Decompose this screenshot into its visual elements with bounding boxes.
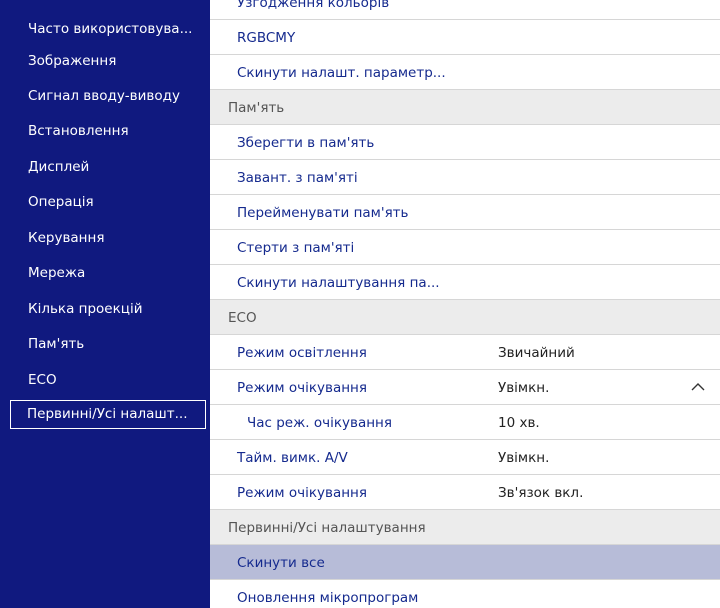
sidebar-item-display[interactable]: Дисплей [10,154,206,183]
menu-row-label: Тайм. вимк. A/V [237,450,348,466]
section-header-memory: Пам'ять [210,90,720,125]
menu-row-value: Увімкн. [498,450,550,466]
sidebar-item-operation[interactable]: Операція [10,189,206,218]
menu-row-reset-memory-settings[interactable]: Скинути налаштування па... [210,265,720,300]
section-header-initial-all-settings: Первинні/Усі налаштування [210,510,720,545]
menu-row-label: Час реж. очікування [247,415,392,431]
section-header-eco: ECO [210,300,720,335]
menu-row-light-mode[interactable]: Режим освітлення Звичайний [210,335,720,370]
section-header-label: Первинні/Усі налаштування [228,520,426,536]
sidebar-item-network[interactable]: Мережа [10,260,206,289]
menu-row-label: Стерти з пам'яті [237,240,355,256]
menu-row-firmware-update[interactable]: Оновлення мікропрограм [210,580,720,608]
sidebar-item-frequently-used[interactable]: Часто використовува... [10,16,206,45]
menu-row-label: Скинути налашт. параметр... [237,65,446,81]
menu-row-value: 10 хв. [498,415,540,431]
section-header-label: ECO [228,310,257,326]
menu-row-label: Скинути налаштування па... [237,275,440,291]
menu-row-label: Режим очікування [237,380,367,396]
menu-row-reset-all[interactable]: Скинути все [210,545,720,580]
menu-row-value: Звичайний [498,345,575,361]
menu-row-standby-mode[interactable]: Режим очікування Увімкн. [210,370,720,405]
chevron-up-icon[interactable] [690,381,706,393]
menu-row-label: Перейменувати пам'ять [237,205,409,221]
menu-row-standby-mode-communication[interactable]: Режим очікування Зв'язок вкл. [210,475,720,510]
menu-row-rgbcmy[interactable]: RGBCMY [210,20,720,55]
menu-row-label: Оновлення мікропрограм [237,590,419,606]
sidebar-item-signal-io[interactable]: Сигнал вводу-виводу [10,83,206,112]
menu-row-value: Зв'язок вкл. [498,485,584,501]
menu-row-label: Режим освітлення [237,345,367,361]
menu-row-label: Узгодження кольорів [237,0,390,11]
menu-row-value: Увімкн. [498,380,550,396]
section-header-label: Пам'ять [228,100,285,116]
sidebar-item-image[interactable]: Зображення [10,48,206,77]
menu-row-label: RGBCMY [237,30,296,46]
menu-row-label: Завант. з пам'яті [237,170,358,186]
menu-row-label: Скинути все [237,555,325,571]
sidebar-item-management[interactable]: Керування [10,225,206,254]
sidebar-item-eco[interactable]: ECO [10,367,206,396]
sidebar-item-memory[interactable]: Пам'ять [10,331,206,360]
menu-row-save-to-memory[interactable]: Зберегти в пам'ять [210,125,720,160]
menu-row-color-matching[interactable]: Узгодження кольорів [210,0,720,20]
menu-row-av-mute-timer[interactable]: Тайм. вимк. A/V Увімкн. [210,440,720,475]
sidebar: Часто використовува... Зображення Сигнал… [0,0,210,608]
sidebar-item-multi-projection[interactable]: Кілька проекцій [10,296,206,325]
settings-list: Узгодження кольорів RGBCMY Скинути налаш… [210,0,720,608]
menu-row-rename-memory[interactable]: Перейменувати пам'ять [210,195,720,230]
menu-row-label: Зберегти в пам'ять [237,135,375,151]
sidebar-item-initial-all-settings[interactable]: Первинні/Усі налашт... [10,400,206,429]
sidebar-item-installation[interactable]: Встановлення [10,118,206,147]
menu-row-load-from-memory[interactable]: Завант. з пам'яті [210,160,720,195]
menu-row-standby-time[interactable]: Час реж. очікування 10 хв. [210,405,720,440]
menu-row-label: Режим очікування [237,485,367,501]
menu-row-erase-memory[interactable]: Стерти з пам'яті [210,230,720,265]
menu-row-reset-parameter-settings[interactable]: Скинути налашт. параметр... [210,55,720,90]
